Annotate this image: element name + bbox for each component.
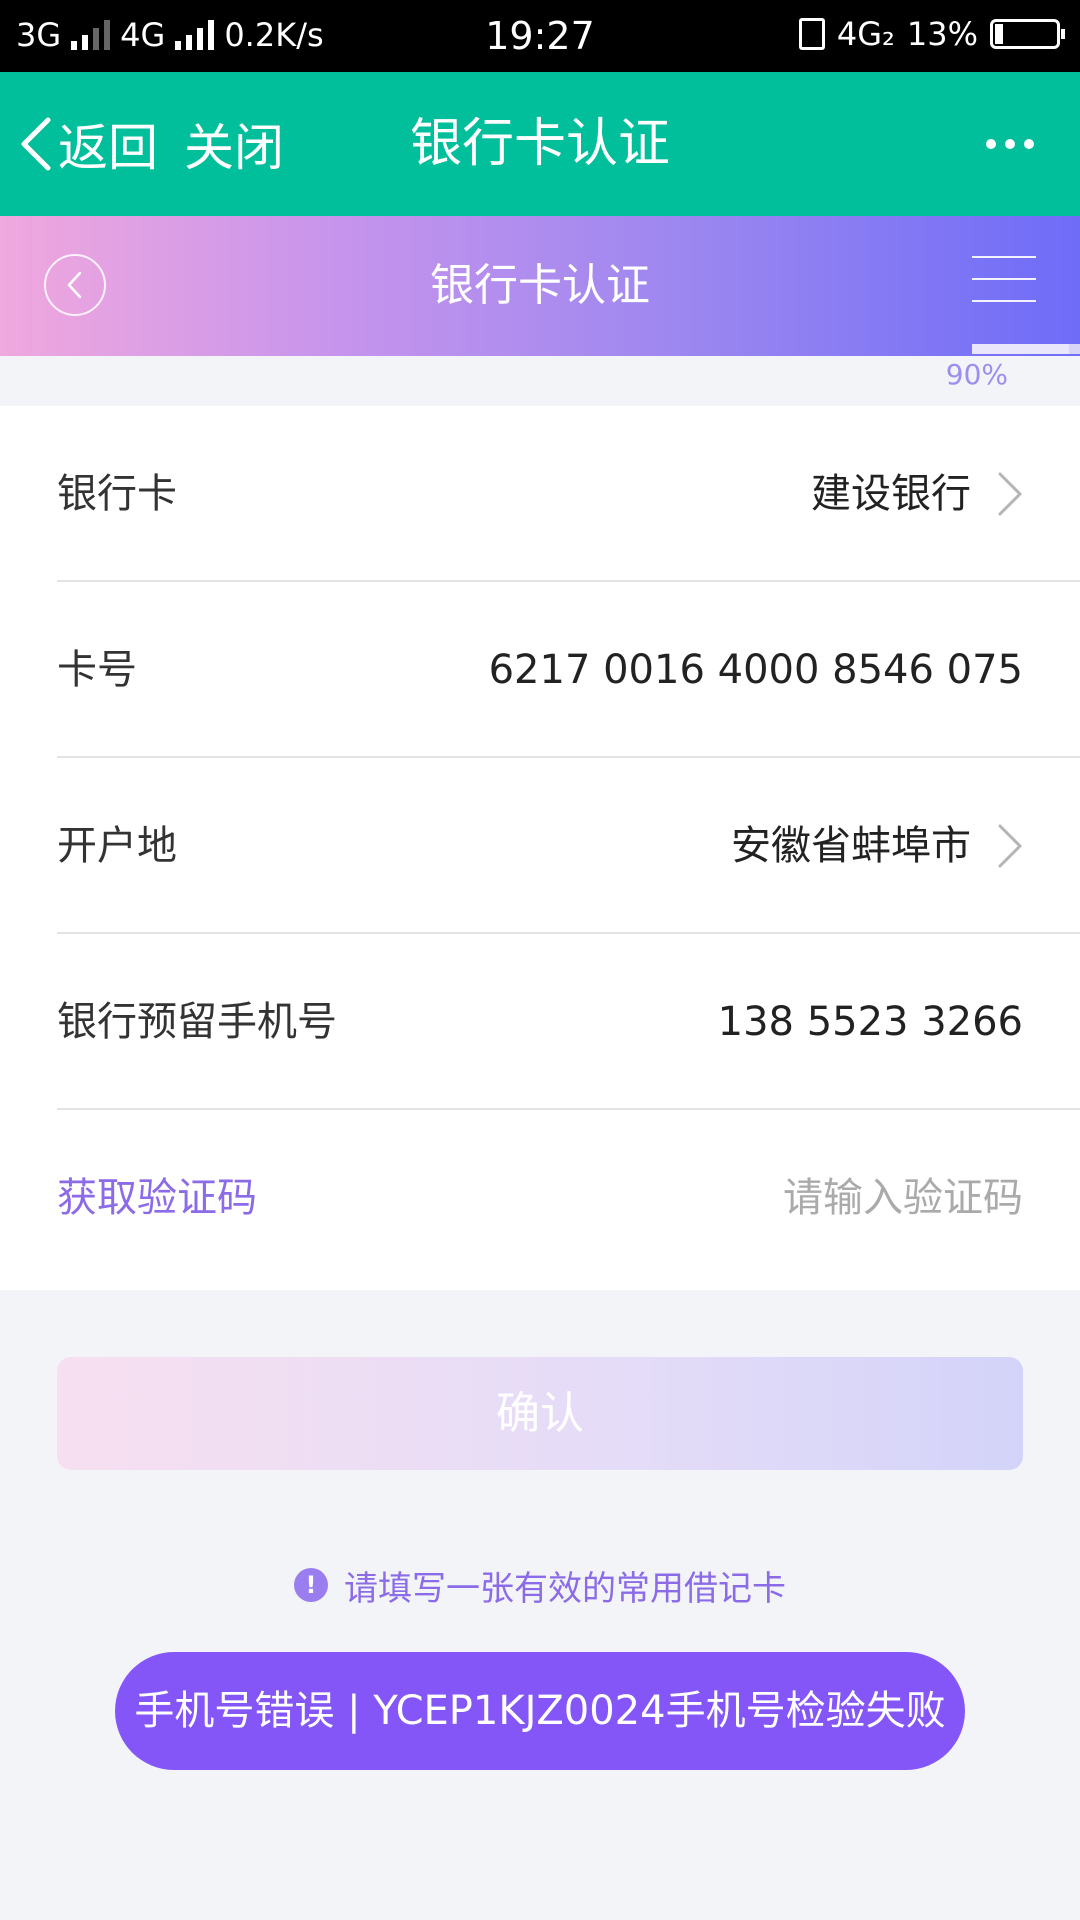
- bank-card-row[interactable]: 银行卡 建设银行: [57, 406, 1080, 582]
- chevron-left-icon: [67, 271, 82, 299]
- location-row[interactable]: 开户地 安徽省蚌埠市: [57, 758, 1080, 934]
- bank-name: 建设银行: [811, 471, 971, 517]
- phone-row: 银行预留手机号 138 5523 3266: [57, 934, 1080, 1110]
- network-4g2-label: 4G₂: [836, 15, 895, 53]
- chevron-right-icon: [998, 824, 1022, 868]
- hint-message: ! 请填写一张有效的常用借记卡: [0, 1560, 1080, 1610]
- phone-value: 138 5523 3266: [717, 999, 1023, 1045]
- error-toast: 手机号错误 | YCEP1KJZ0024手机号检验失败: [115, 1652, 965, 1770]
- hint-text: 请填写一张有效的常用借记卡: [344, 1568, 786, 1609]
- info-icon: !: [294, 1568, 328, 1602]
- verify-code-row: 获取验证码 请输入验证码: [57, 1110, 1080, 1286]
- more-dot: [1005, 139, 1015, 149]
- card-number-value: 6217 0016 4000 8546 075: [488, 647, 1023, 693]
- progress-fill: [972, 344, 1070, 354]
- battery-percent: 13%: [906, 15, 978, 53]
- bank-card-label: 银行卡: [57, 471, 177, 517]
- app-bar: 返回 关闭 银行卡认证: [0, 72, 1080, 216]
- verify-code-input[interactable]: 请输入验证码: [783, 1110, 1023, 1286]
- section-header: 银行卡认证: [0, 216, 1080, 356]
- menu-icon[interactable]: [972, 256, 1036, 304]
- section-title: 银行卡认证: [430, 260, 650, 311]
- location-label: 开户地: [57, 823, 177, 869]
- vibrate-icon: [798, 18, 825, 50]
- card-number-label: 卡号: [57, 647, 137, 693]
- more-options-button[interactable]: [986, 124, 1034, 164]
- status-bar: 3G 4G 0.2K/s 19:27 4G₂ 13%: [0, 0, 1080, 72]
- location-value[interactable]: 安徽省蚌埠市: [731, 758, 1023, 934]
- back-button[interactable]: 返回: [18, 112, 158, 177]
- progress-label: 90%: [945, 358, 1008, 391]
- more-dot: [1024, 139, 1034, 149]
- location-text: 安徽省蚌埠市: [731, 823, 971, 869]
- chevron-right-icon: [998, 472, 1022, 516]
- card-number-row: 卡号 6217 0016 4000 8546 075: [57, 582, 1080, 758]
- close-button[interactable]: 关闭: [184, 112, 284, 177]
- battery-icon: [990, 19, 1065, 49]
- get-verify-code-button[interactable]: 获取验证码: [57, 1110, 257, 1286]
- progress-bar: [972, 344, 1080, 354]
- phone-label: 银行预留手机号: [57, 999, 337, 1045]
- bank-card-value[interactable]: 建设银行: [811, 406, 1023, 582]
- confirm-button[interactable]: 确认: [57, 1357, 1023, 1470]
- chevron-left-icon: [21, 117, 51, 171]
- circle-back-button[interactable]: [44, 254, 106, 316]
- status-right: 4G₂ 13%: [798, 15, 1065, 53]
- bank-card-form: 银行卡 建设银行 卡号 6217 0016 4000 8546 075 开户地 …: [0, 406, 1080, 1290]
- more-dot: [986, 139, 996, 149]
- back-label: 返回: [58, 119, 158, 177]
- page-title: 银行卡认证: [409, 114, 670, 174]
